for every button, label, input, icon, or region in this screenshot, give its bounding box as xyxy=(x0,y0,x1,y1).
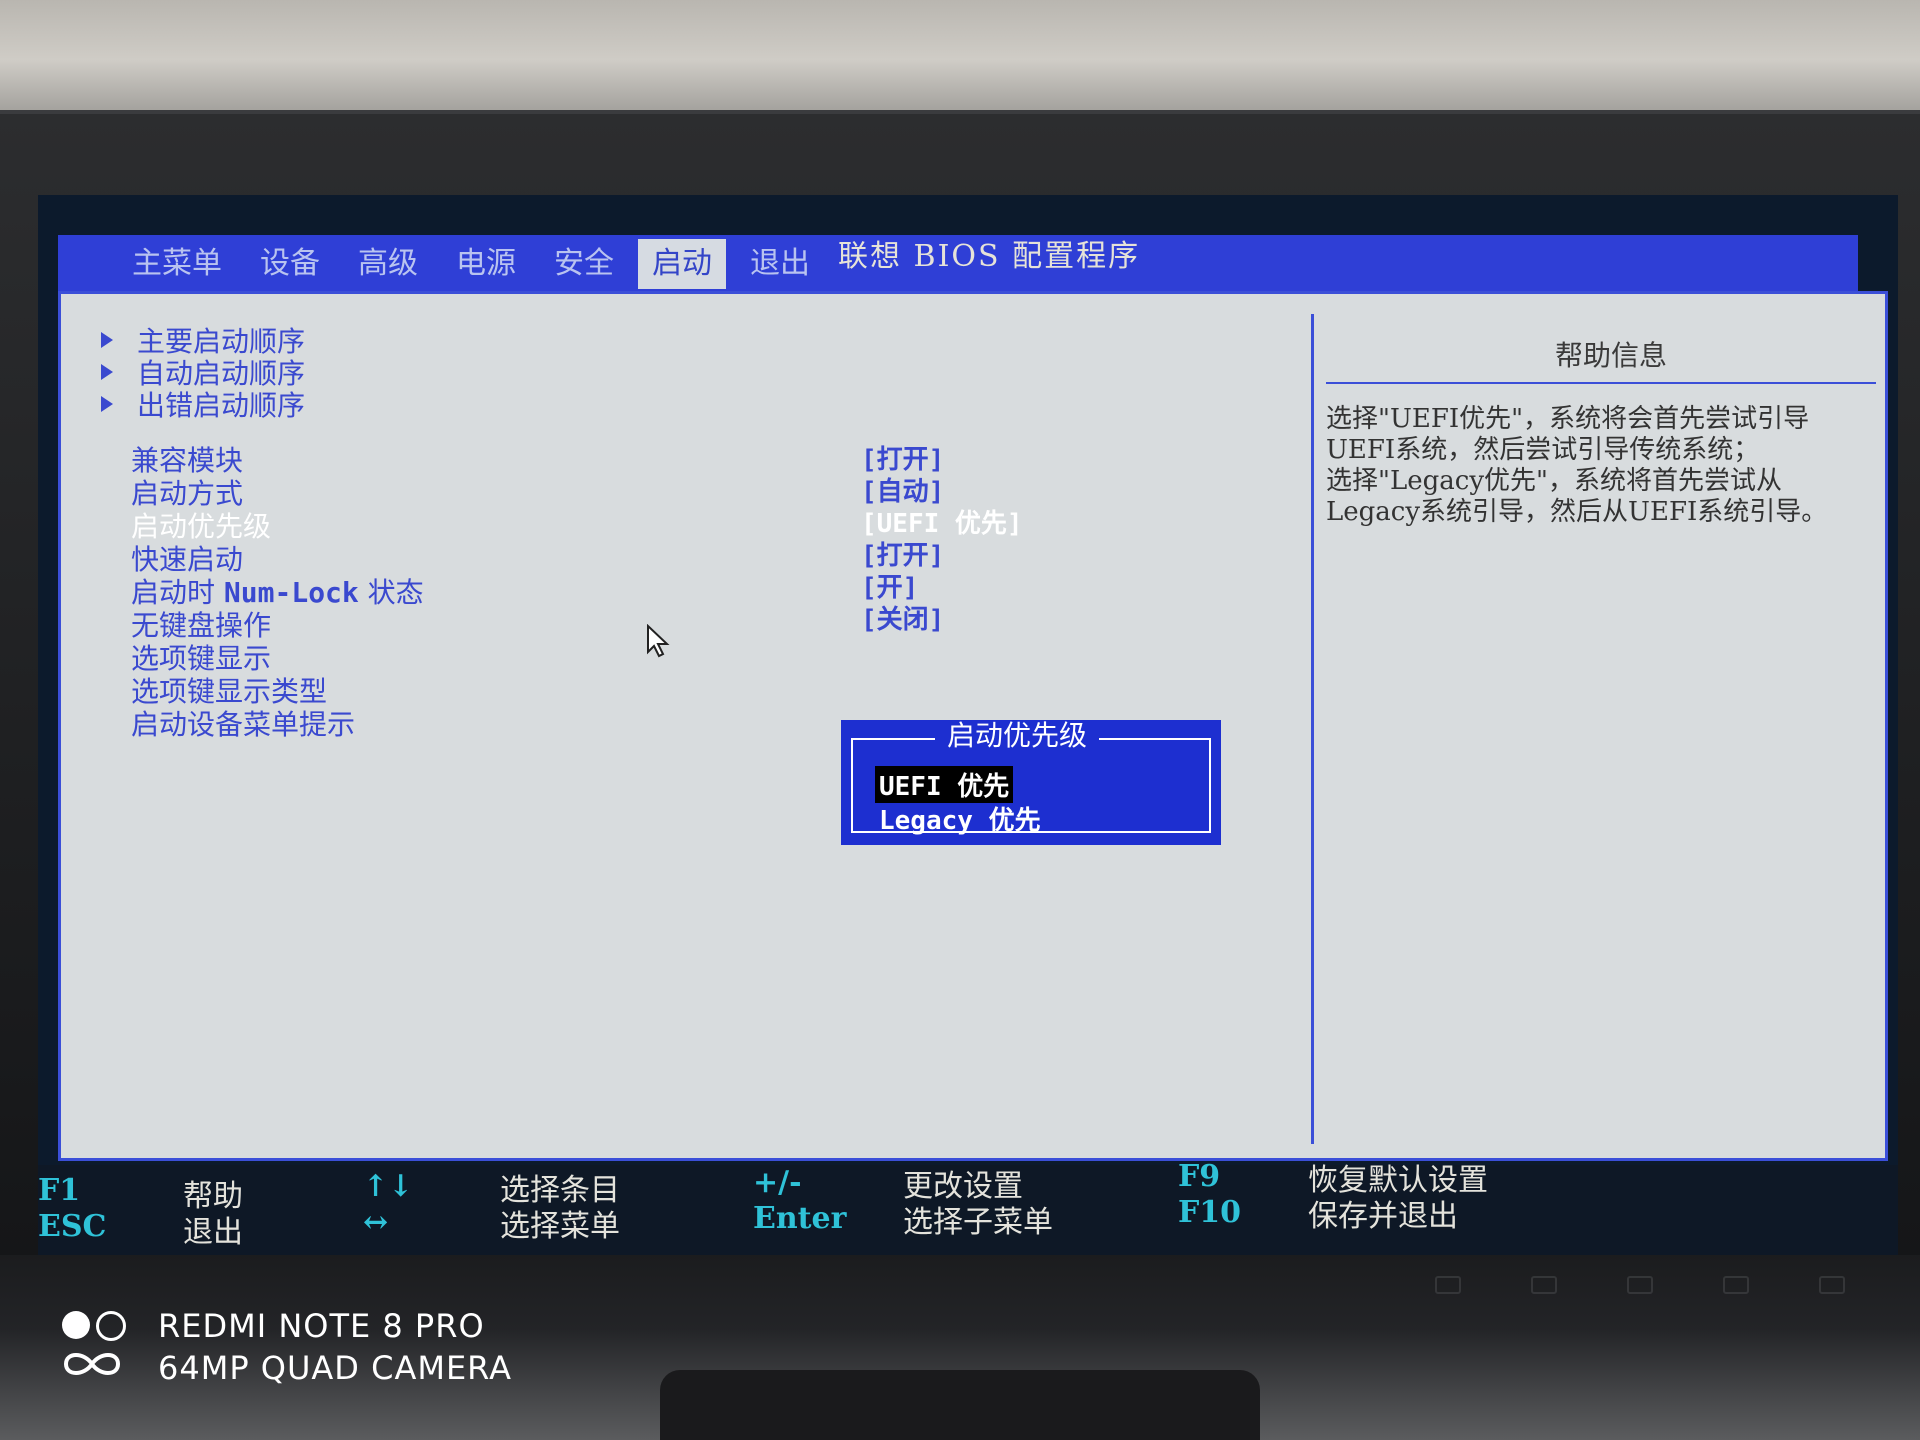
setting-keyboardless[interactable]: 无键盘操作 xyxy=(131,609,424,642)
setting-option-key-display-style[interactable]: 选项键显示类型 xyxy=(131,675,424,708)
monitor-stand xyxy=(660,1370,1260,1440)
legend-key-f10: F10 xyxy=(1178,1195,1242,1230)
tab-devices[interactable]: 设备 xyxy=(246,239,334,289)
legend-key-updown: ↑↓ xyxy=(363,1169,414,1204)
monitor-button xyxy=(1435,1276,1461,1294)
monitor-buttons xyxy=(1400,1270,1880,1300)
legend-key-f9: F9 xyxy=(1178,1159,1221,1194)
legend-desc-select-submenu: 选择子菜单 xyxy=(903,1205,1053,1240)
camera-watermark: REDMI NOTE 8 PRO 64MP QUAD CAMERA xyxy=(60,1305,512,1389)
panel-divider xyxy=(1311,314,1314,1144)
setting-values: [打开] [自动] [UEFI 优先] [打开] [开] [关闭] xyxy=(861,444,1023,636)
help-text: 选择"UEFI优先"，系统将会首先尝试引导UEFI系统，然后尝试引导传统系统； … xyxy=(1326,404,1828,527)
setting-value[interactable]: [打开] xyxy=(861,540,1023,572)
camera-logo-dot xyxy=(62,1311,90,1339)
watermark-text: REDMI NOTE 8 PRO 64MP QUAD CAMERA xyxy=(158,1305,512,1389)
camera-logo-ring xyxy=(96,1311,126,1341)
tab-bar: 主菜单 设备 高级 电源 安全 启动 退出 xyxy=(118,239,834,289)
tab-main[interactable]: 主菜单 xyxy=(118,239,236,289)
setting-value[interactable]: [开] xyxy=(861,572,1023,604)
setting-numlock-suffix: 状态 xyxy=(358,576,424,609)
option-uefi-first[interactable]: UEFI 优先 xyxy=(875,766,1014,803)
dialog-title: 启动优先级 xyxy=(935,722,1100,750)
legend-key-leftright: ↔ xyxy=(363,1205,389,1240)
monitor-button xyxy=(1723,1276,1749,1294)
setting-numlock[interactable]: 启动时 Num-Lock 状态 xyxy=(131,576,424,609)
tab-power[interactable]: 电源 xyxy=(442,239,530,289)
setting-boot-mode[interactable]: 启动方式 xyxy=(131,477,424,510)
setting-boot-priority[interactable]: 启动优先级 xyxy=(131,510,424,543)
setting-quick-boot[interactable]: 快速启动 xyxy=(131,543,424,576)
arrow-right-icon xyxy=(101,396,113,412)
legend-desc-select-menu: 选择菜单 xyxy=(500,1209,620,1244)
monitor-button xyxy=(1531,1276,1557,1294)
boot-priority-dialog: 启动优先级 UEFI 优先 Legacy 优先 xyxy=(841,720,1221,845)
arrow-right-icon xyxy=(101,332,113,348)
bios-title: 联想 BIOS 配置程序 xyxy=(838,239,1141,274)
legend-key-esc: ESC xyxy=(38,1209,107,1244)
settings-panel: 主要启动顺序 自动启动顺序 出错启动顺序 兼容模块 启动方式 启动优先级 快速启… xyxy=(58,291,1888,1161)
camera-logo-icon xyxy=(60,1307,130,1387)
setting-value[interactable]: [打开] xyxy=(861,444,1023,476)
tab-exit[interactable]: 退出 xyxy=(736,239,824,289)
tab-advanced[interactable]: 高级 xyxy=(344,239,432,289)
tab-security[interactable]: 安全 xyxy=(540,239,628,289)
key-legend: F1 帮助 ESC 退出 ↑↓ 选择条目 ↔ 选择菜单 +/- 更改设置 Ent… xyxy=(38,1159,1898,1255)
watermark-line1: REDMI NOTE 8 PRO xyxy=(158,1307,485,1345)
legend-key-f1: F1 xyxy=(38,1173,81,1208)
help-title: 帮助信息 xyxy=(1554,339,1667,372)
legend-key-enter: Enter xyxy=(753,1201,847,1236)
infinity-icon xyxy=(63,1353,121,1375)
submenu-error-boot-sequence[interactable]: 出错启动顺序 xyxy=(101,388,305,422)
option-legacy-first[interactable]: Legacy 优先 xyxy=(875,800,1045,837)
setting-value[interactable]: [UEFI 优先] xyxy=(861,508,1023,540)
setting-value[interactable]: [自动] xyxy=(861,476,1023,508)
help-divider xyxy=(1326,382,1876,384)
setting-boot-device-menu-prompt[interactable]: 启动设备菜单提示 xyxy=(131,708,424,741)
legend-key-plusminus: +/- xyxy=(753,1165,802,1200)
legend-desc-save-exit: 保存并退出 xyxy=(1308,1199,1458,1234)
tab-startup[interactable]: 启动 xyxy=(638,239,726,289)
legend-desc-exit: 退出 xyxy=(183,1215,243,1250)
setting-labels: 兼容模块 启动方式 启动优先级 快速启动 启动时 Num-Lock 状态 无键盘… xyxy=(131,444,424,741)
arrow-right-icon xyxy=(101,364,113,380)
submenu-list: 主要启动顺序 自动启动顺序 出错启动顺序 xyxy=(101,324,305,422)
setting-numlock-key: Num-Lock xyxy=(223,576,359,609)
setting-csm[interactable]: 兼容模块 xyxy=(131,444,424,477)
submenu-label: 出错启动顺序 xyxy=(137,389,306,422)
monitor-button xyxy=(1819,1276,1845,1294)
setting-value[interactable]: [关闭] xyxy=(861,604,1023,636)
bios-screen: 联想 BIOS 配置程序 主菜单 设备 高级 电源 安全 启动 退出 主要启动顺… xyxy=(38,195,1898,1255)
monitor-button xyxy=(1627,1276,1653,1294)
watermark-line2: 64MP QUAD CAMERA xyxy=(158,1349,512,1387)
setting-numlock-prefix: 启动时 xyxy=(131,576,224,609)
setting-option-key-display[interactable]: 选项键显示 xyxy=(131,642,424,675)
